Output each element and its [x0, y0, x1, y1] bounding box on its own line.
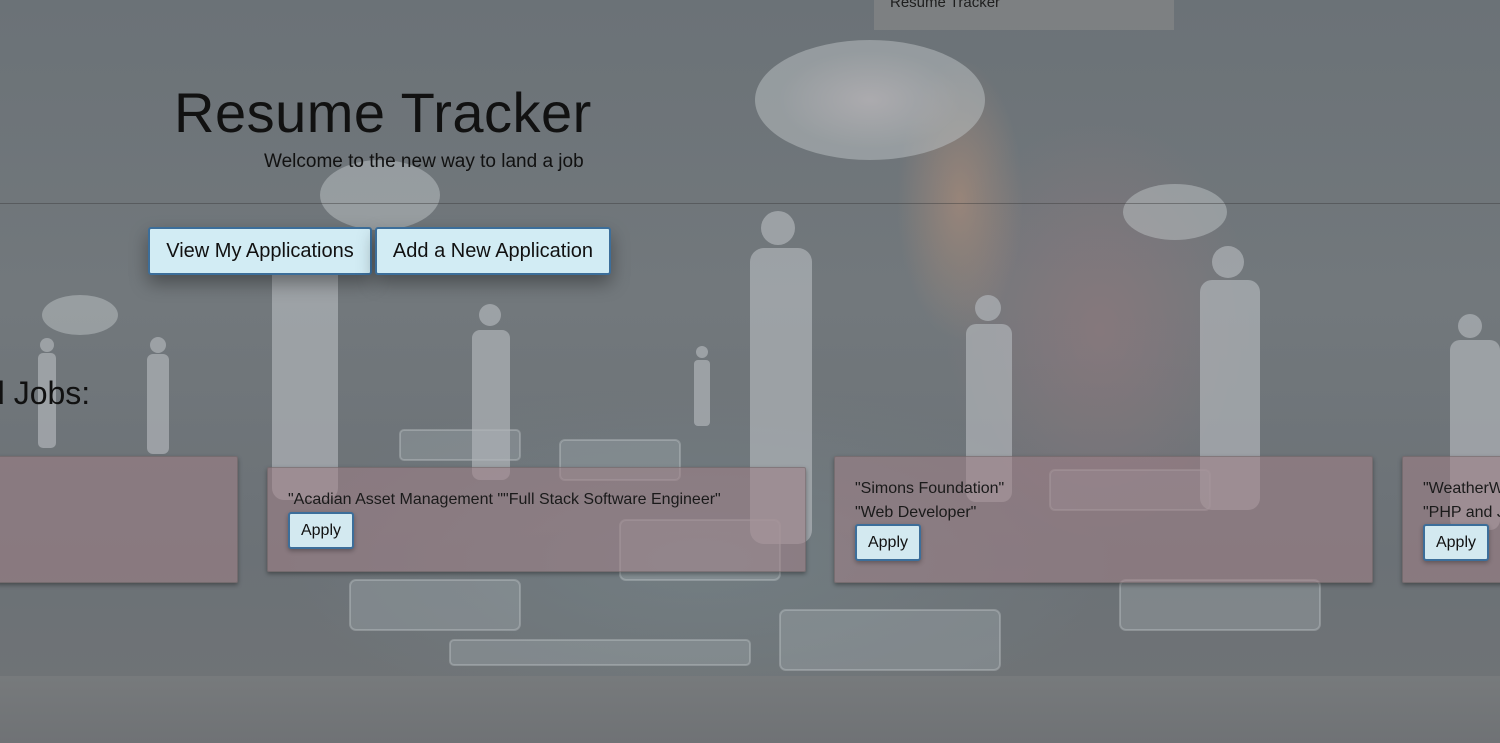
- job-card: "Simons Foundation" "Web Developer" Appl…: [834, 456, 1373, 583]
- add-application-button[interactable]: Add a New Application: [375, 227, 611, 275]
- job-card: [0, 456, 238, 583]
- nav-tab-resume-tracker[interactable]: Resume Tracker: [874, 0, 1174, 30]
- page-subtitle: Welcome to the new way to land a job: [264, 151, 584, 172]
- job-card-position: "Web Developer": [855, 504, 977, 521]
- job-card: "Acadian Asset Management ""Full Stack S…: [267, 467, 806, 572]
- apply-button[interactable]: Apply: [1423, 524, 1489, 561]
- footer-band: [0, 676, 1500, 743]
- apply-button[interactable]: Apply: [855, 524, 921, 561]
- page-title: Resume Tracker: [174, 81, 592, 144]
- header-divider: [0, 203, 1500, 204]
- job-card: "WeatherW "PHP and J Apply: [1402, 456, 1500, 583]
- jobs-section-heading: d Jobs:: [0, 375, 91, 411]
- nav-tab-label: Resume Tracker: [890, 0, 1001, 11]
- view-applications-button[interactable]: View My Applications: [148, 227, 372, 275]
- apply-button[interactable]: Apply: [288, 512, 354, 549]
- job-card-company-position: "Acadian Asset Management ""Full Stack S…: [288, 491, 721, 508]
- job-card-company: "Simons Foundation": [855, 480, 1005, 497]
- job-card-company: "WeatherW: [1423, 480, 1500, 497]
- job-card-position: "PHP and J: [1423, 504, 1500, 521]
